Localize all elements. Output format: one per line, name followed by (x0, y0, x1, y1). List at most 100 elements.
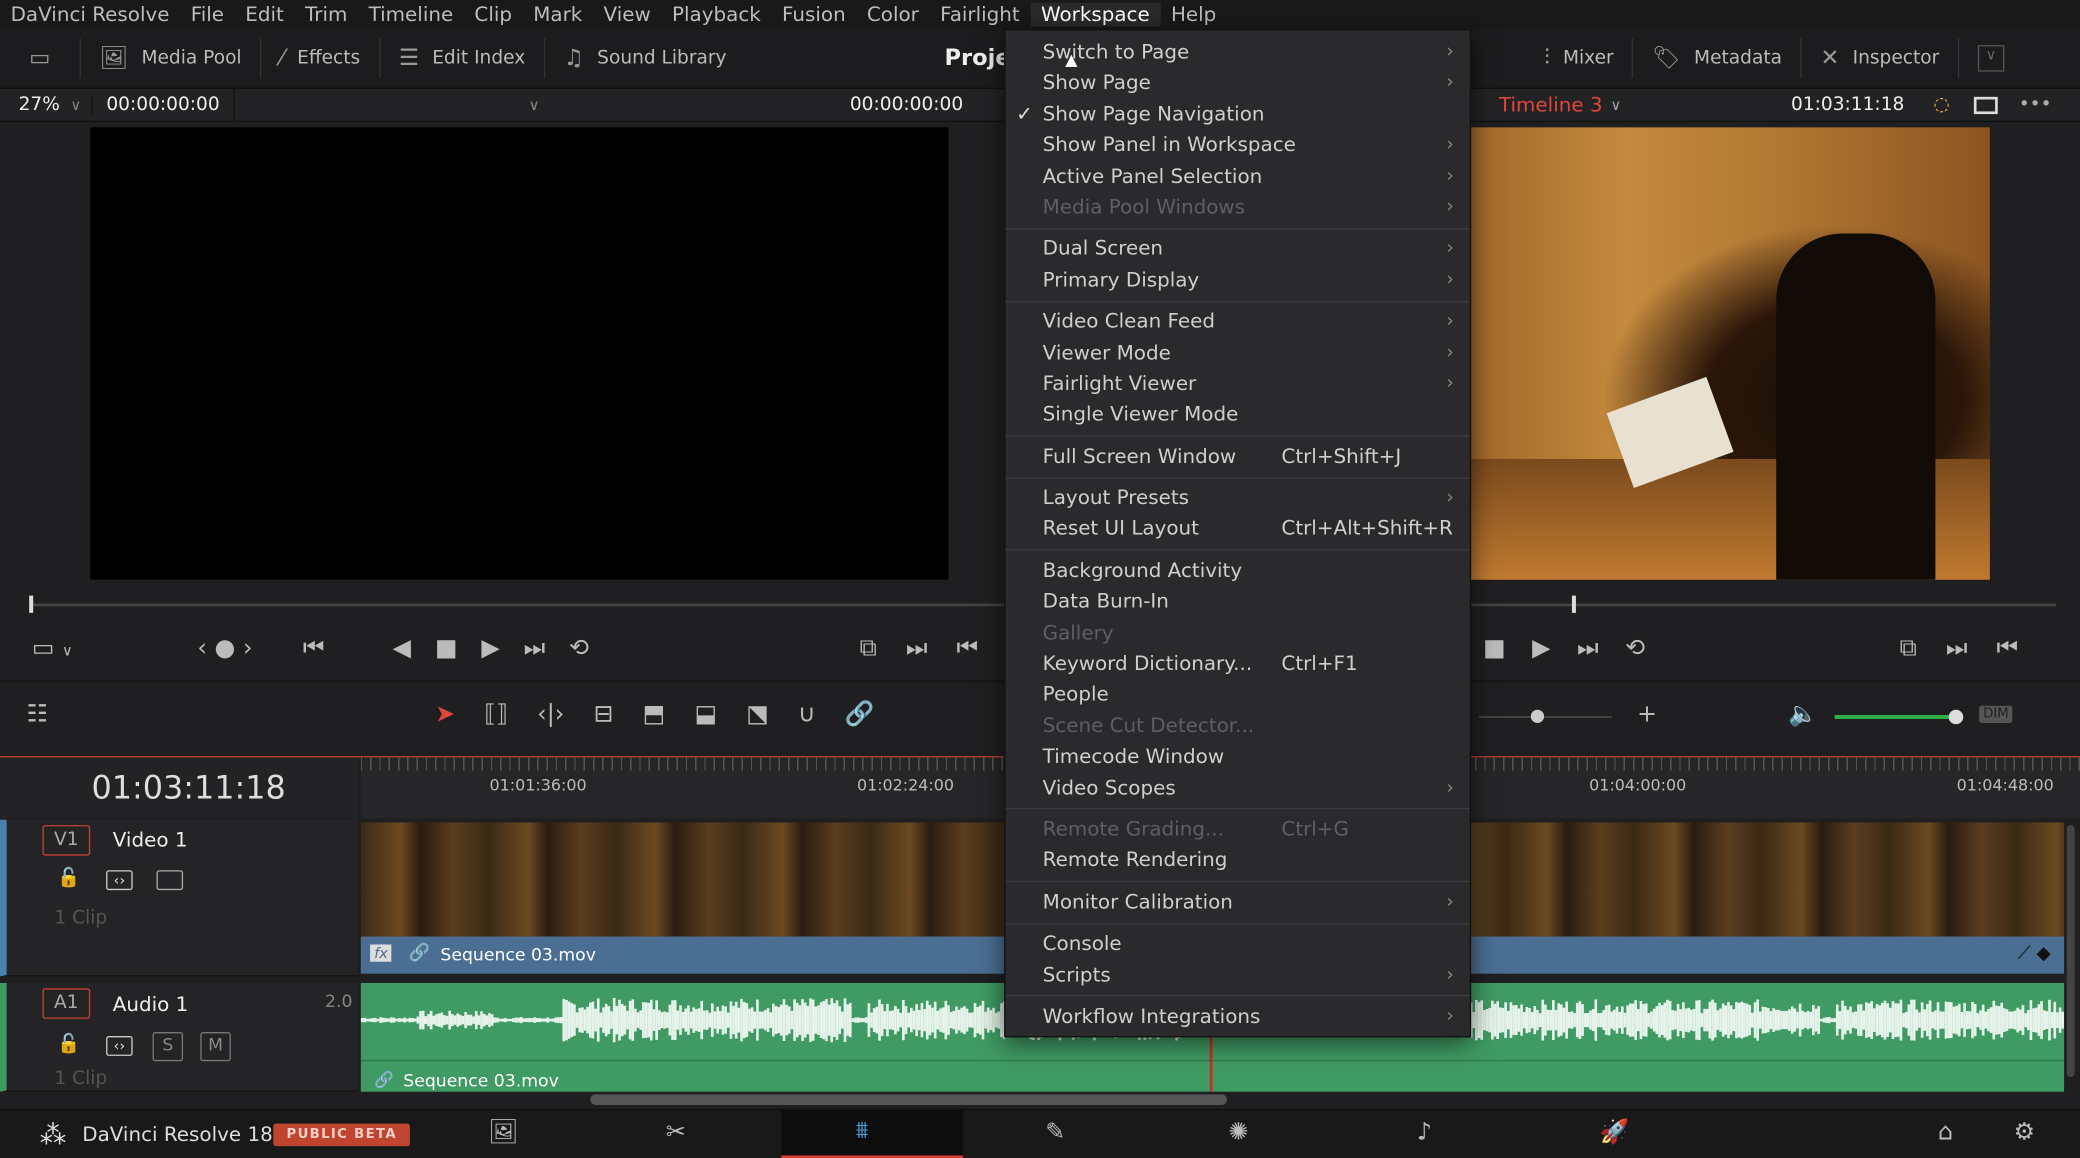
color-wheel-icon[interactable]: ◌ (1934, 94, 1950, 115)
jog-control[interactable]: ‹ ● › (197, 634, 252, 662)
inspector-button[interactable]: ✕ Inspector (1802, 38, 1960, 79)
enable-video-track-icon[interactable] (156, 870, 184, 891)
solo-button[interactable]: S (152, 1032, 184, 1062)
menu-item-full-screen-window[interactable]: Full Screen Window Ctrl+Shift+J (1006, 441, 1470, 472)
blade-icon[interactable]: ⊟ (593, 700, 613, 728)
mixer-button[interactable]: ⫶ Mixer (1526, 38, 1634, 79)
mark-out-icon[interactable]: ⏭ (1946, 634, 1967, 662)
menu-item-data-burn-in[interactable]: Data Burn-In (1006, 587, 1470, 618)
effects-button[interactable]: ⁄ Effects (261, 38, 381, 79)
menu-help[interactable]: Help (1160, 3, 1227, 27)
menu-item-show-panel-in-workspace[interactable]: Show Panel in Workspace › (1006, 130, 1470, 161)
menu-item-console[interactable]: Console (1006, 929, 1470, 960)
jump-to-end-icon[interactable]: ⏭ (1577, 634, 1598, 662)
loop-icon[interactable]: ⟲ (569, 634, 589, 662)
mute-button[interactable]: M (200, 1032, 231, 1062)
menu-item-layout-presets[interactable]: Layout Presets › (1006, 483, 1470, 514)
menu-davinci-resolve[interactable]: DaVinci Resolve (0, 3, 180, 27)
mark-out-icon[interactable]: ⏭ (906, 634, 927, 662)
jump-to-start-icon[interactable]: ⏮ (303, 634, 324, 662)
chevron-down-icon[interactable]: ∨ (70, 96, 94, 114)
lock-icon[interactable]: 🔓 (57, 1033, 80, 1054)
menu-item-fairlight-viewer[interactable]: Fairlight Viewer › (1006, 369, 1470, 400)
source-playhead[interactable] (29, 595, 34, 613)
menu-fusion[interactable]: Fusion (771, 3, 856, 27)
deliver-page-icon[interactable]: 🚀 (1600, 1118, 1630, 1146)
menu-item-video-clean-feed[interactable]: Video Clean Feed › (1006, 307, 1470, 338)
color-page-icon[interactable]: ✺ (1228, 1118, 1248, 1146)
menu-item-scripts[interactable]: Scripts › (1006, 960, 1470, 991)
viewer-layout-icon[interactable]: ▭ ∨ (32, 634, 73, 662)
lock-icon[interactable]: 🔓 (57, 868, 80, 889)
volume-slider[interactable] (1834, 714, 1957, 719)
auto-track-select-icon[interactable]: ‹› (106, 870, 133, 891)
edit-page-tab[interactable]: ⩩ (781, 1110, 964, 1158)
media-pool-button[interactable]: 🖼 Media Pool (81, 38, 262, 79)
track-name[interactable]: Audio 1 (113, 992, 189, 1016)
source-scrub-bar[interactable] (29, 603, 1005, 607)
sound-library-button[interactable]: ♫ Sound Library (545, 38, 745, 78)
timeline-vertical-scrollbar[interactable] (2066, 825, 2075, 1078)
menu-item-people[interactable]: People (1006, 680, 1470, 711)
timeline-playhead[interactable] (1571, 595, 1576, 613)
zoom-in-icon[interactable]: + (1637, 700, 1657, 728)
menu-playback[interactable]: Playback (661, 3, 771, 27)
fusion-page-icon[interactable]: ✎ (1045, 1118, 1065, 1146)
edit-index-button[interactable]: ☰ Edit Index (380, 38, 546, 79)
dynamic-trim-icon[interactable]: ‹|› (537, 700, 564, 728)
workspace-toggle-button[interactable]: ▭ (0, 38, 82, 79)
menu-item-show-page[interactable]: Show Page › (1006, 68, 1470, 99)
timeline-name-dropdown[interactable]: Timeline 3 (1499, 93, 1603, 117)
selection-arrow-icon[interactable]: ➤ (435, 700, 455, 728)
menu-clip[interactable]: Clip (464, 3, 523, 27)
jump-to-end-icon[interactable]: ⏭ (524, 634, 545, 662)
timeline-view-options-icon[interactable]: ☷ (27, 700, 48, 728)
menu-item-primary-display[interactable]: Primary Display › (1006, 265, 1470, 296)
zoom-slider[interactable] (1479, 716, 1612, 718)
zoom-level[interactable]: 27% (0, 94, 70, 115)
menu-trim[interactable]: Trim (294, 3, 358, 27)
menu-workspace[interactable]: Workspace (1030, 2, 1161, 27)
menu-item-single-viewer-mode[interactable]: Single Viewer Mode (1006, 400, 1470, 431)
fairlight-page-icon[interactable]: ♪ (1417, 1118, 1432, 1146)
menu-color[interactable]: Color (856, 3, 929, 27)
menu-item-remote-rendering[interactable]: Remote Rendering (1006, 845, 1470, 876)
viewer-mode-icon[interactable] (1973, 96, 1998, 114)
loop-icon[interactable]: ⟲ (1625, 634, 1645, 662)
menu-item-viewer-mode[interactable]: Viewer Mode › (1006, 338, 1470, 369)
clip-dropdown-chevron-icon[interactable]: ∨ (529, 96, 540, 113)
match-frame-icon[interactable]: ⧉ (1900, 634, 1917, 662)
mark-in-icon[interactable]: ⏮ (957, 634, 978, 662)
menu-view[interactable]: View (593, 3, 661, 27)
auto-track-select-icon[interactable]: ‹› (106, 1036, 133, 1056)
volume-slider-handle[interactable] (1948, 709, 1964, 725)
media-page-icon[interactable]: 🖼 (488, 1118, 518, 1146)
play-reverse-icon[interactable]: ◀ (393, 634, 411, 662)
chevron-down-icon[interactable]: ∨ (1611, 96, 1622, 113)
menu-item-background-activity[interactable]: Background Activity (1006, 556, 1470, 587)
menu-timeline[interactable]: Timeline (358, 3, 464, 27)
stop-icon[interactable]: ■ (1483, 634, 1506, 662)
menu-item-reset-ui-layout[interactable]: Reset UI Layout Ctrl+Alt+Shift+R (1006, 514, 1470, 545)
stop-icon[interactable]: ■ (435, 634, 458, 662)
metadata-button[interactable]: 🏷 Metadata (1634, 38, 1802, 79)
menu-item-dual-screen[interactable]: Dual Screen › (1006, 234, 1470, 265)
menu-item-keyword-dictionary[interactable]: Keyword Dictionary... Ctrl+F1 (1006, 649, 1470, 680)
menu-item-monitor-calibration[interactable]: Monitor Calibration › (1006, 887, 1470, 918)
track-destination-v1[interactable]: V1 (42, 825, 91, 856)
menu-fairlight[interactable]: Fairlight (929, 3, 1030, 27)
source-timecode[interactable]: 00:00:00:00 (93, 87, 235, 123)
track-destination-a1[interactable]: A1 (42, 988, 91, 1019)
expand-toolbar-button[interactable]: ∨ (1959, 38, 2023, 78)
menu-item-timecode-window[interactable]: Timecode Window (1006, 742, 1470, 773)
play-icon[interactable]: ▶ (481, 634, 499, 662)
menu-item-show-page-navigation[interactable]: ✓ Show Page Navigation (1006, 99, 1470, 130)
menu-item-video-scopes[interactable]: Video Scopes › (1006, 773, 1470, 804)
dim-button[interactable]: DIM (1979, 705, 2013, 723)
snapping-icon[interactable]: ∪ (798, 700, 815, 728)
menu-file[interactable]: File (180, 3, 235, 27)
cut-page-icon[interactable]: ✂ (666, 1118, 686, 1146)
overwrite-clip-icon[interactable]: ⬓ (694, 700, 717, 728)
linked-selection-icon[interactable]: 🔗 (845, 700, 875, 728)
timeline-horizontal-scrollbar[interactable] (590, 1094, 1228, 1105)
